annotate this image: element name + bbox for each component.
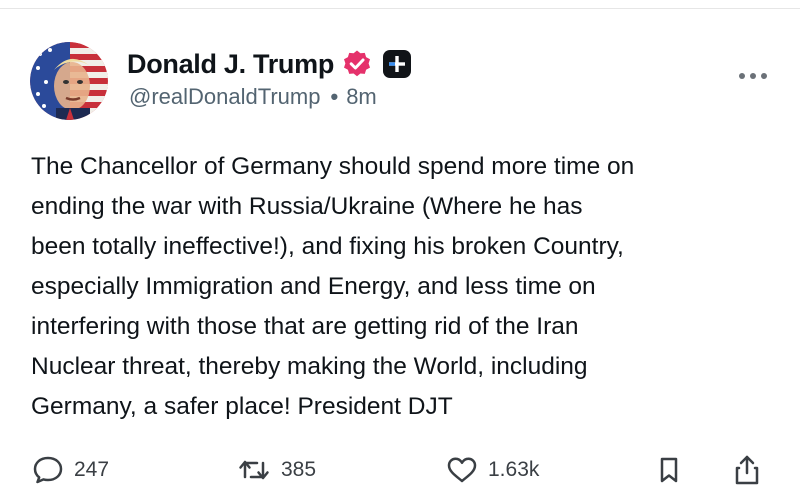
reply-button[interactable]: 247 [32,448,109,492]
separator-dot: • [330,84,339,109]
reply-count: 247 [74,458,110,481]
post-timestamp[interactable]: 8m [346,84,377,110]
author-handle[interactable]: @realDonaldTrump [129,84,320,110]
verified-badge-icon [344,50,371,77]
top-divider [0,8,800,9]
avatar[interactable] [30,42,108,120]
repost-count: 385 [281,458,317,481]
author-display-name[interactable]: Donald J. Trump [127,49,334,80]
ellipsis-icon [739,73,767,79]
repost-arrows-icon [239,460,269,480]
bookmark-icon [660,457,678,483]
bookmark-button[interactable] [656,448,682,492]
comment-bubble-icon [33,456,63,484]
post-action-bar: 247 385 1.63k [0,448,800,492]
share-button[interactable] [732,448,762,492]
share-icon [735,455,759,485]
like-button[interactable]: 1.63k [446,448,539,492]
more-options-button[interactable] [730,64,776,88]
author-name-row: Donald J. Trump [127,44,412,84]
repost-button[interactable]: 385 [237,448,316,492]
author-handle-row: @realDonaldTrump • 8m [129,84,377,110]
heart-icon [447,457,477,483]
avatar-image [30,42,108,120]
plus-badge-icon [383,50,412,78]
post-body-text: The Chancellor of Germany should spend m… [31,153,635,420]
like-count: 1.63k [488,458,540,481]
